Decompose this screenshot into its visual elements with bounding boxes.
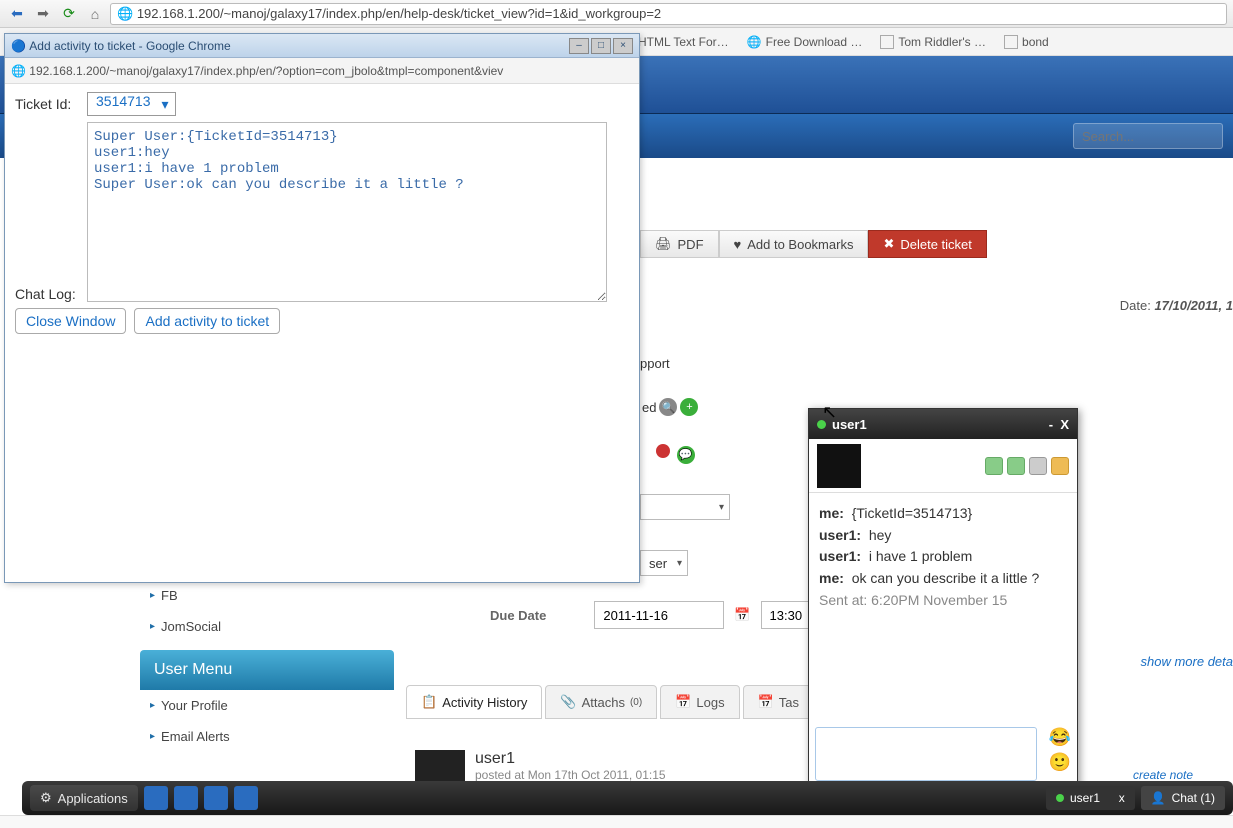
emoji-icon[interactable]: 🙂 — [1049, 752, 1071, 773]
add-activity-button[interactable]: Add activity to ticket — [134, 308, 280, 334]
home-icon[interactable]: ⌂ — [84, 3, 106, 25]
tray-icon[interactable] — [174, 786, 198, 810]
chat-sent-at: Sent at: 6:20PM November 15 — [819, 590, 1067, 612]
tray-icon[interactable] — [234, 786, 258, 810]
activity-timestamp: posted at Mon 17th Oct 2011, 01:15 — [475, 768, 666, 782]
chat-tool-icon[interactable] — [985, 457, 1003, 475]
sidebar-item[interactable]: FB — [140, 580, 394, 611]
chat-minimize-button[interactable]: - — [1049, 417, 1053, 432]
os-panel — [0, 815, 1233, 828]
chat-toolbar — [809, 439, 1077, 493]
forward-icon[interactable]: ➡ — [32, 3, 54, 25]
clock-icon[interactable] — [1029, 457, 1047, 475]
chat-bubble-icon[interactable]: 💬 — [677, 446, 695, 464]
bookmark-item[interactable]: Tom Riddler's … — [880, 35, 986, 49]
ticket-date: Date: 17/10/2011, 1 — [1120, 298, 1233, 313]
add-icon[interactable]: + — [680, 398, 698, 416]
bell-icon[interactable] — [1051, 457, 1069, 475]
chat-input[interactable] — [815, 727, 1037, 781]
ticket-id-select[interactable]: 3514713 — [87, 92, 176, 116]
chrome-icon: 🔵 — [11, 39, 26, 53]
status-dot-icon — [817, 420, 826, 429]
search-input[interactable] — [1073, 123, 1223, 149]
taskbar: ⚙ Applications user1 x 👤 Chat (1) — [22, 781, 1233, 815]
tray-icon[interactable] — [204, 786, 228, 810]
due-date-row: Due Date 📅 — [490, 601, 815, 629]
tab-logs[interactable]: 📅 Logs — [660, 685, 739, 719]
pdf-button[interactable]: 🖨 PDF — [640, 230, 719, 258]
show-more-link[interactable]: show more deta — [1141, 654, 1233, 669]
field-peek: ed 🔍 + — [642, 398, 698, 416]
popup-window: 🔵 Add activity to ticket - Google Chrome… — [4, 33, 640, 583]
due-date-label: Due Date — [490, 608, 546, 623]
popup-titlebar[interactable]: 🔵 Add activity to ticket - Google Chrome… — [5, 34, 639, 58]
chat-close-button[interactable]: X — [1060, 417, 1069, 432]
field-peek: 💬 — [656, 444, 695, 464]
chat-log-label: Chat Log: — [15, 126, 87, 302]
bookmark-item[interactable]: 🌐 Free Download … — [747, 35, 863, 49]
field-peek: pport — [640, 356, 670, 371]
tab-activity[interactable]: 📋 Activity History — [406, 685, 542, 719]
reload-icon[interactable]: ⟳ — [58, 3, 80, 25]
chat-log-textarea[interactable] — [87, 122, 607, 302]
applications-button[interactable]: ⚙ Applications — [30, 785, 138, 811]
emoji-icon[interactable]: 😂 — [1049, 727, 1071, 748]
back-icon[interactable]: ⬅ — [6, 3, 28, 25]
avatar — [817, 444, 861, 488]
url-bar[interactable]: 🌐 192.168.1.200/~manoj/galaxy17/index.ph… — [110, 3, 1227, 25]
add-bookmark-button[interactable]: ♥ Add to Bookmarks — [719, 230, 869, 258]
create-note-link[interactable]: create note — [1133, 768, 1193, 782]
sidebar-header: User Menu — [140, 650, 394, 690]
tab-tasks[interactable]: 📅 Tas — [743, 685, 814, 719]
bookmark-item[interactable]: bond — [1004, 35, 1049, 49]
chat-tool-icon[interactable] — [1007, 457, 1025, 475]
dropdown-peek[interactable]: ser — [640, 550, 688, 576]
activity-username: user1 — [475, 750, 666, 768]
tab-attachs[interactable]: 📎 Attachs (0) — [545, 685, 657, 719]
minimize-button[interactable]: – — [569, 38, 589, 54]
sidebar: FB JomSocial User Menu Your Profile Emai… — [140, 580, 394, 752]
maximize-button[interactable]: □ — [591, 38, 611, 54]
sidebar-item[interactable]: Your Profile — [140, 690, 394, 721]
tray-icon[interactable] — [144, 786, 168, 810]
close-window-button[interactable]: Close Window — [15, 308, 126, 334]
due-time-input[interactable] — [761, 601, 815, 629]
popup-url-bar[interactable]: 🌐 192.168.1.200/~manoj/galaxy17/index.ph… — [5, 58, 639, 84]
ticket-id-label: Ticket Id: — [15, 92, 87, 112]
ticket-tabs: 📋 Activity History 📎 Attachs (0) 📅 Logs … — [406, 685, 814, 719]
bookmark-item[interactable]: HTML Text For… — [638, 35, 729, 49]
chat-messages: me: {TicketId=3514713} user1: hey user1:… — [809, 493, 1077, 621]
browser-toolbar: ⬅ ➡ ⟳ ⌂ 🌐 192.168.1.200/~manoj/galaxy17/… — [0, 0, 1233, 28]
due-date-input[interactable] — [594, 601, 724, 629]
sidebar-item[interactable]: Email Alerts — [140, 721, 394, 752]
sidebar-item[interactable]: JomSocial — [140, 611, 394, 642]
dropdown-peek[interactable] — [640, 494, 730, 523]
calendar-icon[interactable]: 📅 — [734, 607, 750, 623]
magnify-icon[interactable]: 🔍 — [659, 398, 677, 416]
taskbar-chat-tab[interactable]: user1 x — [1046, 786, 1135, 810]
chat-window: user1 - X me: {TicketId=3514713} user1: … — [808, 408, 1078, 788]
taskbar-chat-tab[interactable]: 👤 Chat (1) — [1141, 786, 1225, 810]
close-button[interactable]: × — [613, 38, 633, 54]
delete-ticket-button[interactable]: ✖ Delete ticket — [868, 230, 986, 258]
chat-titlebar[interactable]: user1 - X — [809, 409, 1077, 439]
ticket-toolbar: 🖨 PDF ♥ Add to Bookmarks ✖ Delete ticket — [640, 230, 987, 258]
